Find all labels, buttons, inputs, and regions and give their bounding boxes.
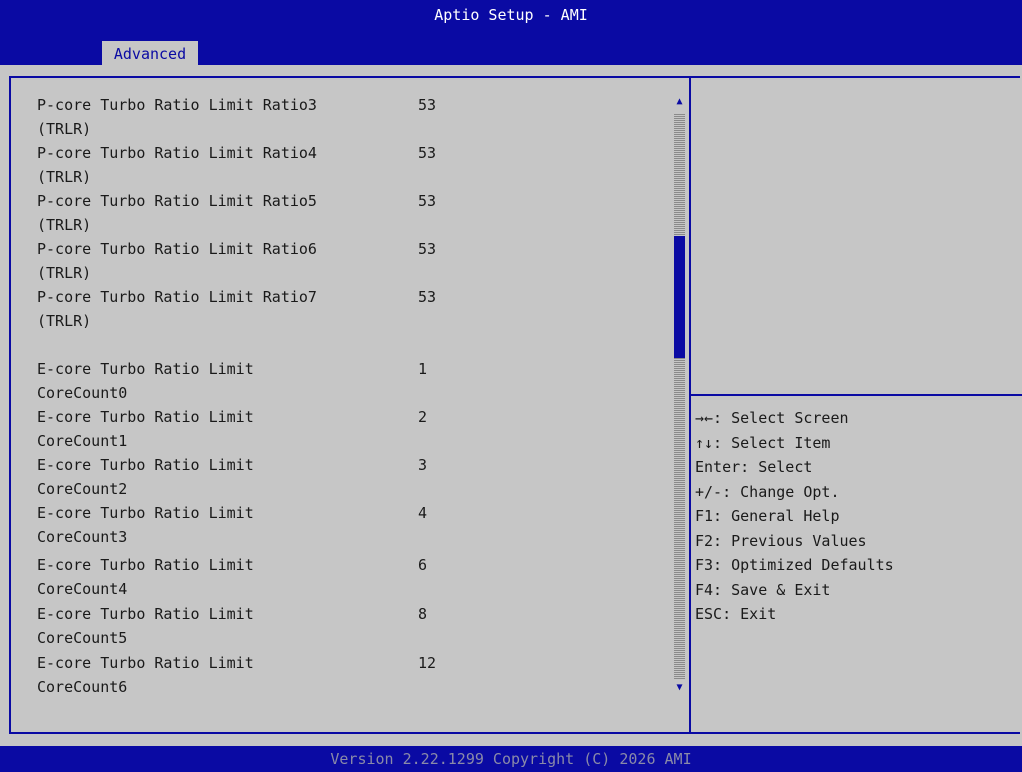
setting-label: E-core Turbo Ratio Limit CoreCount4 — [37, 556, 254, 598]
setting-label: E-core Turbo Ratio Limit CoreCount6 — [37, 654, 254, 696]
setting-value[interactable]: 2 — [418, 405, 427, 429]
setting-label: E-core Turbo Ratio Limit CoreCount1 — [37, 408, 254, 450]
setting-row[interactable]: E-core Turbo Ratio Limit CoreCount6 12 — [0, 651, 670, 699]
help-enter: Enter: Select — [695, 458, 813, 476]
tab-advanced[interactable]: Advanced — [102, 41, 198, 65]
setting-value[interactable]: 6 — [418, 553, 427, 577]
help-f2: F2: Previous Values — [695, 531, 867, 550]
setting-label: E-core Turbo Ratio Limit CoreCount3 — [37, 504, 254, 546]
key-help-panel: →←: Select Screen ↑↓: Select Item Enter:… — [695, 406, 1015, 627]
setting-row[interactable]: E-core Turbo Ratio Limit CoreCount5 8 — [0, 602, 670, 650]
setting-value[interactable]: 53 — [418, 237, 436, 261]
setting-label: P-core Turbo Ratio Limit Ratio3 (TRLR) — [37, 96, 317, 138]
help-select-item: ↑↓: Select Item — [695, 433, 831, 452]
setting-row[interactable]: E-core Turbo Ratio Limit CoreCount2 3 — [0, 453, 670, 501]
setting-row[interactable]: P-core Turbo Ratio Limit Ratio3 (TRLR) 5… — [0, 93, 670, 141]
help-esc: ESC: Exit — [695, 605, 777, 623]
help-select-screen: →←: Select Screen — [695, 409, 849, 427]
scrollbar-track[interactable] — [674, 113, 685, 679]
setting-value[interactable]: 12 — [418, 651, 436, 675]
setting-row[interactable]: P-core Turbo Ratio Limit Ratio5 (TRLR) 5… — [0, 189, 670, 237]
help-f3: F3: Optimized Defaults — [695, 556, 894, 574]
setting-label: E-core Turbo Ratio Limit CoreCount0 — [37, 360, 254, 402]
scroll-up-arrow-icon[interactable]: ▲ — [674, 96, 685, 107]
setting-value[interactable]: 8 — [418, 602, 427, 626]
setting-label: E-core Turbo Ratio Limit CoreCount5 — [37, 605, 254, 647]
setting-label: P-core Turbo Ratio Limit Ratio4 (TRLR) — [37, 144, 317, 186]
help-f4: F4: Save & Exit — [695, 580, 831, 599]
panel-divider-vertical — [689, 76, 691, 734]
setting-value[interactable]: 4 — [418, 501, 427, 525]
setting-label: P-core Turbo Ratio Limit Ratio7 (TRLR) — [37, 288, 317, 330]
setting-row[interactable]: P-core Turbo Ratio Limit Ratio4 (TRLR) 5… — [0, 141, 670, 189]
header-bar: Aptio Setup - AMI Advanced — [0, 0, 1022, 65]
setting-row[interactable]: E-core Turbo Ratio Limit CoreCount4 6 — [0, 553, 670, 601]
window-title: Aptio Setup - AMI — [434, 6, 588, 24]
setting-value[interactable]: 1 — [418, 357, 427, 381]
setting-row[interactable]: E-core Turbo Ratio Limit CoreCount1 2 — [0, 405, 670, 453]
setting-row[interactable]: P-core Turbo Ratio Limit Ratio6 (TRLR) 5… — [0, 237, 670, 285]
setting-label: E-core Turbo Ratio Limit CoreCount2 — [37, 456, 254, 498]
setting-row[interactable]: E-core Turbo Ratio Limit CoreCount0 1 — [0, 357, 670, 405]
setting-value[interactable]: 53 — [418, 285, 436, 309]
scrollbar-thumb[interactable] — [674, 236, 685, 358]
help-f1: F1: General Help — [695, 507, 840, 525]
setting-label: P-core Turbo Ratio Limit Ratio5 (TRLR) — [37, 192, 317, 234]
panel-divider-horizontal — [691, 394, 1022, 396]
setting-row[interactable]: P-core Turbo Ratio Limit Ratio7 (TRLR) 5… — [0, 285, 670, 333]
setting-label: P-core Turbo Ratio Limit Ratio6 (TRLR) — [37, 240, 317, 282]
setting-value[interactable]: 53 — [418, 189, 436, 213]
bios-setup-screen: Aptio Setup - AMI Advanced P-core Turbo … — [0, 0, 1022, 772]
setting-value[interactable]: 53 — [418, 141, 436, 165]
scroll-down-arrow-icon[interactable]: ▼ — [674, 682, 685, 693]
setting-row[interactable]: E-core Turbo Ratio Limit CoreCount3 4 — [0, 501, 670, 549]
version-text: Version 2.22.1299 Copyright (C) 2026 AMI — [330, 750, 692, 768]
footer-bar: Version 2.22.1299 Copyright (C) 2026 AMI — [0, 746, 1022, 772]
help-change-opt: +/-: Change Opt. — [695, 482, 840, 501]
setting-value[interactable]: 3 — [418, 453, 427, 477]
setting-value[interactable]: 53 — [418, 93, 436, 117]
